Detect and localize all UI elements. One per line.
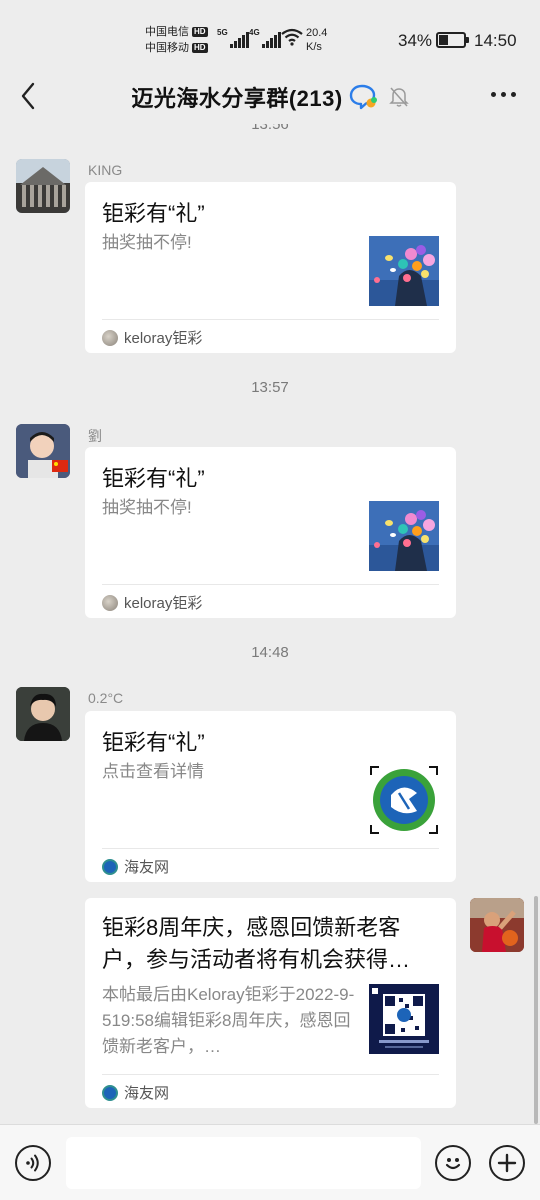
emoji-icon (445, 1158, 461, 1170)
message-input-bar (0, 1124, 540, 1200)
chat-title: 迈光海水分享群(213) (131, 86, 343, 111)
timestamp: 13:56 (251, 124, 289, 133)
more-options-button[interactable] (491, 92, 516, 97)
chat-header: 迈光海水分享群(213) (0, 68, 540, 124)
card-thumbnail (369, 765, 439, 835)
coral-reef-image (369, 236, 439, 306)
status-clock: 14:50 (474, 31, 517, 50)
carrier-2: 中国移动 (145, 42, 189, 54)
card-description: 点击查看详情 (102, 762, 204, 781)
network-label: 4G (249, 28, 260, 37)
card-source: 海友网 (102, 856, 169, 877)
avatar-image (16, 687, 70, 741)
add-icon (497, 1153, 517, 1173)
speed-value: 20.4 (306, 27, 328, 39)
carrier-1: 中国电信 (145, 26, 189, 38)
card-title: 钜彩有“礼” (102, 201, 205, 226)
speed-unit: K/s (306, 41, 322, 53)
card-title: 钜彩有“礼” (102, 730, 205, 755)
card-divider (102, 584, 439, 585)
avatar[interactable] (16, 424, 70, 478)
card-source-name: 海友网 (124, 1085, 170, 1102)
card-description: 抽奖抽不停! (102, 233, 192, 252)
battery-level-fill (439, 35, 448, 45)
shared-article-card[interactable]: 钜彩8周年庆，感恩回馈新老客户，参与活动者将有机会获得… 本帖最后由Kelora… (85, 898, 456, 1108)
battery-percent: 34% (398, 31, 433, 50)
haiyou-logo-icon (102, 858, 118, 875)
sender-name: 劉 (88, 428, 102, 444)
mini-program-card[interactable]: 钜彩有“礼” 抽奖抽不停! keloray钜彩 (85, 182, 456, 353)
avatar[interactable] (16, 687, 70, 741)
avatar[interactable] (470, 898, 524, 952)
card-source: keloray钜彩 (102, 327, 202, 348)
sender-name: 0.2°C (88, 690, 124, 706)
mini-program-card[interactable]: 钜彩有“礼” 抽奖抽不停! keloray钜彩 (85, 447, 456, 618)
voice-button[interactable] (15, 1145, 51, 1181)
chat-messages[interactable]: 13:56 KING 钜彩有“礼” 抽奖抽不停! keloray钜彩 13:57… (0, 124, 540, 1124)
card-description: 本帖最后由Keloray钜彩于2022-9-519:58编辑钜彩8周年庆，感恩回… (102, 985, 355, 1056)
sender-name: KING (88, 162, 123, 178)
voice-icon (26, 1154, 39, 1172)
signal-5g-icon: 5G (217, 28, 249, 48)
mini-program-card[interactable]: 钜彩有“礼” 点击查看详情 海友网 (85, 711, 456, 882)
network-label: 5G (217, 28, 228, 37)
card-thumbnail (369, 984, 439, 1054)
battery-icon (436, 32, 469, 48)
mute-bell-icon (388, 87, 409, 107)
card-source-name: 海友网 (124, 859, 170, 876)
message-input[interactable] (66, 1137, 421, 1189)
card-title: 钜彩8周年庆，感恩回馈新老客户，参与活动者将有机会获得… (102, 915, 411, 972)
timestamp: 14:48 (251, 644, 289, 661)
chat-scrollbar[interactable] (534, 896, 538, 1124)
carrier-info: 中国电信 HD 中国移动 HD (145, 24, 208, 56)
card-source-name: keloray钜彩 (124, 595, 203, 612)
avatar-image (16, 159, 70, 213)
keloray-logo-icon (102, 594, 118, 611)
card-source: 海友网 (102, 1082, 169, 1103)
card-source: keloray钜彩 (102, 592, 202, 613)
card-source-name: keloray钜彩 (124, 330, 203, 347)
card-divider (102, 1074, 439, 1075)
card-thumbnail (369, 501, 439, 571)
emoji-button[interactable] (435, 1145, 471, 1181)
chat-title-group[interactable]: 迈光海水分享群(213) (0, 81, 540, 113)
keloray-logo-icon (102, 329, 118, 346)
signal-4g-icon: 4G (249, 28, 281, 48)
wifi-icon (281, 28, 303, 46)
haiyou-logo-icon (102, 1084, 118, 1101)
hd-badge: HD (192, 27, 208, 37)
haiyou-logo-image (369, 765, 439, 835)
status-bar: 中国电信 HD 中国移动 HD 5G 4G 20.4 K/s 34% 14:50 (0, 0, 540, 68)
qr-code-image (369, 984, 439, 1054)
timestamp: 13:57 (251, 379, 289, 396)
add-button[interactable] (489, 1145, 525, 1181)
network-speed: 20.4 K/s (306, 26, 327, 54)
hd-badge: HD (192, 43, 208, 53)
avatar-image (16, 424, 70, 478)
card-divider (102, 848, 439, 849)
card-description: 抽奖抽不停! (102, 498, 192, 517)
card-thumbnail (369, 236, 439, 306)
group-chat-badge-icon (349, 84, 377, 110)
more-dots-icon (491, 92, 496, 97)
avatar[interactable] (16, 159, 70, 213)
card-divider (102, 319, 439, 320)
avatar-image (470, 898, 524, 952)
card-title: 钜彩有“礼” (102, 466, 205, 491)
coral-reef-image (369, 501, 439, 571)
